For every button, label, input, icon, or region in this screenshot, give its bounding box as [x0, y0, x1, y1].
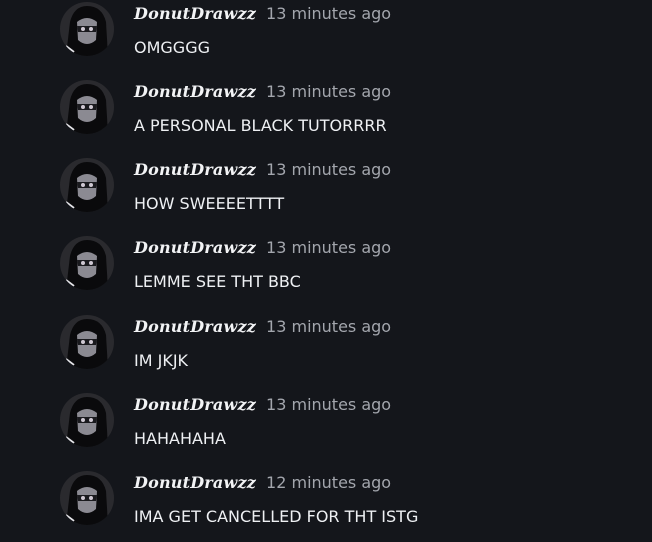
- timestamp: 13 minutes ago: [266, 238, 392, 257]
- timestamp: 12 minutes ago: [266, 473, 392, 492]
- message-row: DonutDrawzz 12 minutes ago IMA GET CANCE…: [0, 471, 652, 542]
- message-header: DonutDrawzz 13 minutes ago: [134, 4, 391, 30]
- message-row: DonutDrawzz 13 minutes ago OMGGGG: [0, 2, 652, 82]
- timestamp: 13 minutes ago: [266, 317, 392, 336]
- username[interactable]: DonutDrawzz: [134, 238, 256, 257]
- user-avatar-icon[interactable]: [60, 158, 114, 212]
- message-header: DonutDrawzz 13 minutes ago: [134, 160, 391, 186]
- username[interactable]: DonutDrawzz: [134, 4, 256, 23]
- username[interactable]: DonutDrawzz: [134, 395, 256, 414]
- message-header: DonutDrawzz 12 minutes ago: [134, 473, 391, 499]
- message-header: DonutDrawzz 13 minutes ago: [134, 317, 391, 343]
- message-text: HOW SWEEEETTTT: [134, 194, 285, 213]
- message-text: LEMME SEE THT BBC: [134, 272, 301, 291]
- username[interactable]: DonutDrawzz: [134, 473, 256, 492]
- message-header: DonutDrawzz 13 minutes ago: [134, 395, 391, 421]
- user-avatar-icon[interactable]: [60, 315, 114, 369]
- message-row: DonutDrawzz 13 minutes ago LEMME SEE THT…: [0, 236, 652, 316]
- timestamp: 13 minutes ago: [266, 160, 392, 179]
- message-text: IM JKJK: [134, 351, 189, 370]
- message-text: HAHAHAHA: [134, 429, 226, 448]
- user-avatar-icon[interactable]: [60, 471, 114, 525]
- message-text: A PERSONAL BLACK TUTORRRR: [134, 116, 387, 135]
- message-text: OMGGGG: [134, 38, 210, 57]
- user-avatar-icon[interactable]: [60, 393, 114, 447]
- username[interactable]: DonutDrawzz: [134, 317, 256, 336]
- user-avatar-icon[interactable]: [60, 236, 114, 290]
- user-avatar-icon[interactable]: [60, 2, 114, 56]
- message-feed: DonutDrawzz 13 minutes ago OMGGGG DonutD…: [0, 0, 652, 542]
- message-row: DonutDrawzz 13 minutes ago IM JKJK: [0, 315, 652, 395]
- username[interactable]: DonutDrawzz: [134, 160, 256, 179]
- message-row: DonutDrawzz 13 minutes ago A PERSONAL BL…: [0, 80, 652, 160]
- message-text: IMA GET CANCELLED FOR THT ISTG: [134, 507, 419, 526]
- timestamp: 13 minutes ago: [266, 82, 392, 101]
- timestamp: 13 minutes ago: [266, 4, 392, 23]
- timestamp: 13 minutes ago: [266, 395, 392, 414]
- message-header: DonutDrawzz 13 minutes ago: [134, 82, 391, 108]
- user-avatar-icon[interactable]: [60, 80, 114, 134]
- message-row: DonutDrawzz 13 minutes ago HAHAHAHA: [0, 393, 652, 473]
- message-row: DonutDrawzz 13 minutes ago HOW SWEEEETTT…: [0, 158, 652, 238]
- message-header: DonutDrawzz 13 minutes ago: [134, 238, 391, 264]
- username[interactable]: DonutDrawzz: [134, 82, 256, 101]
